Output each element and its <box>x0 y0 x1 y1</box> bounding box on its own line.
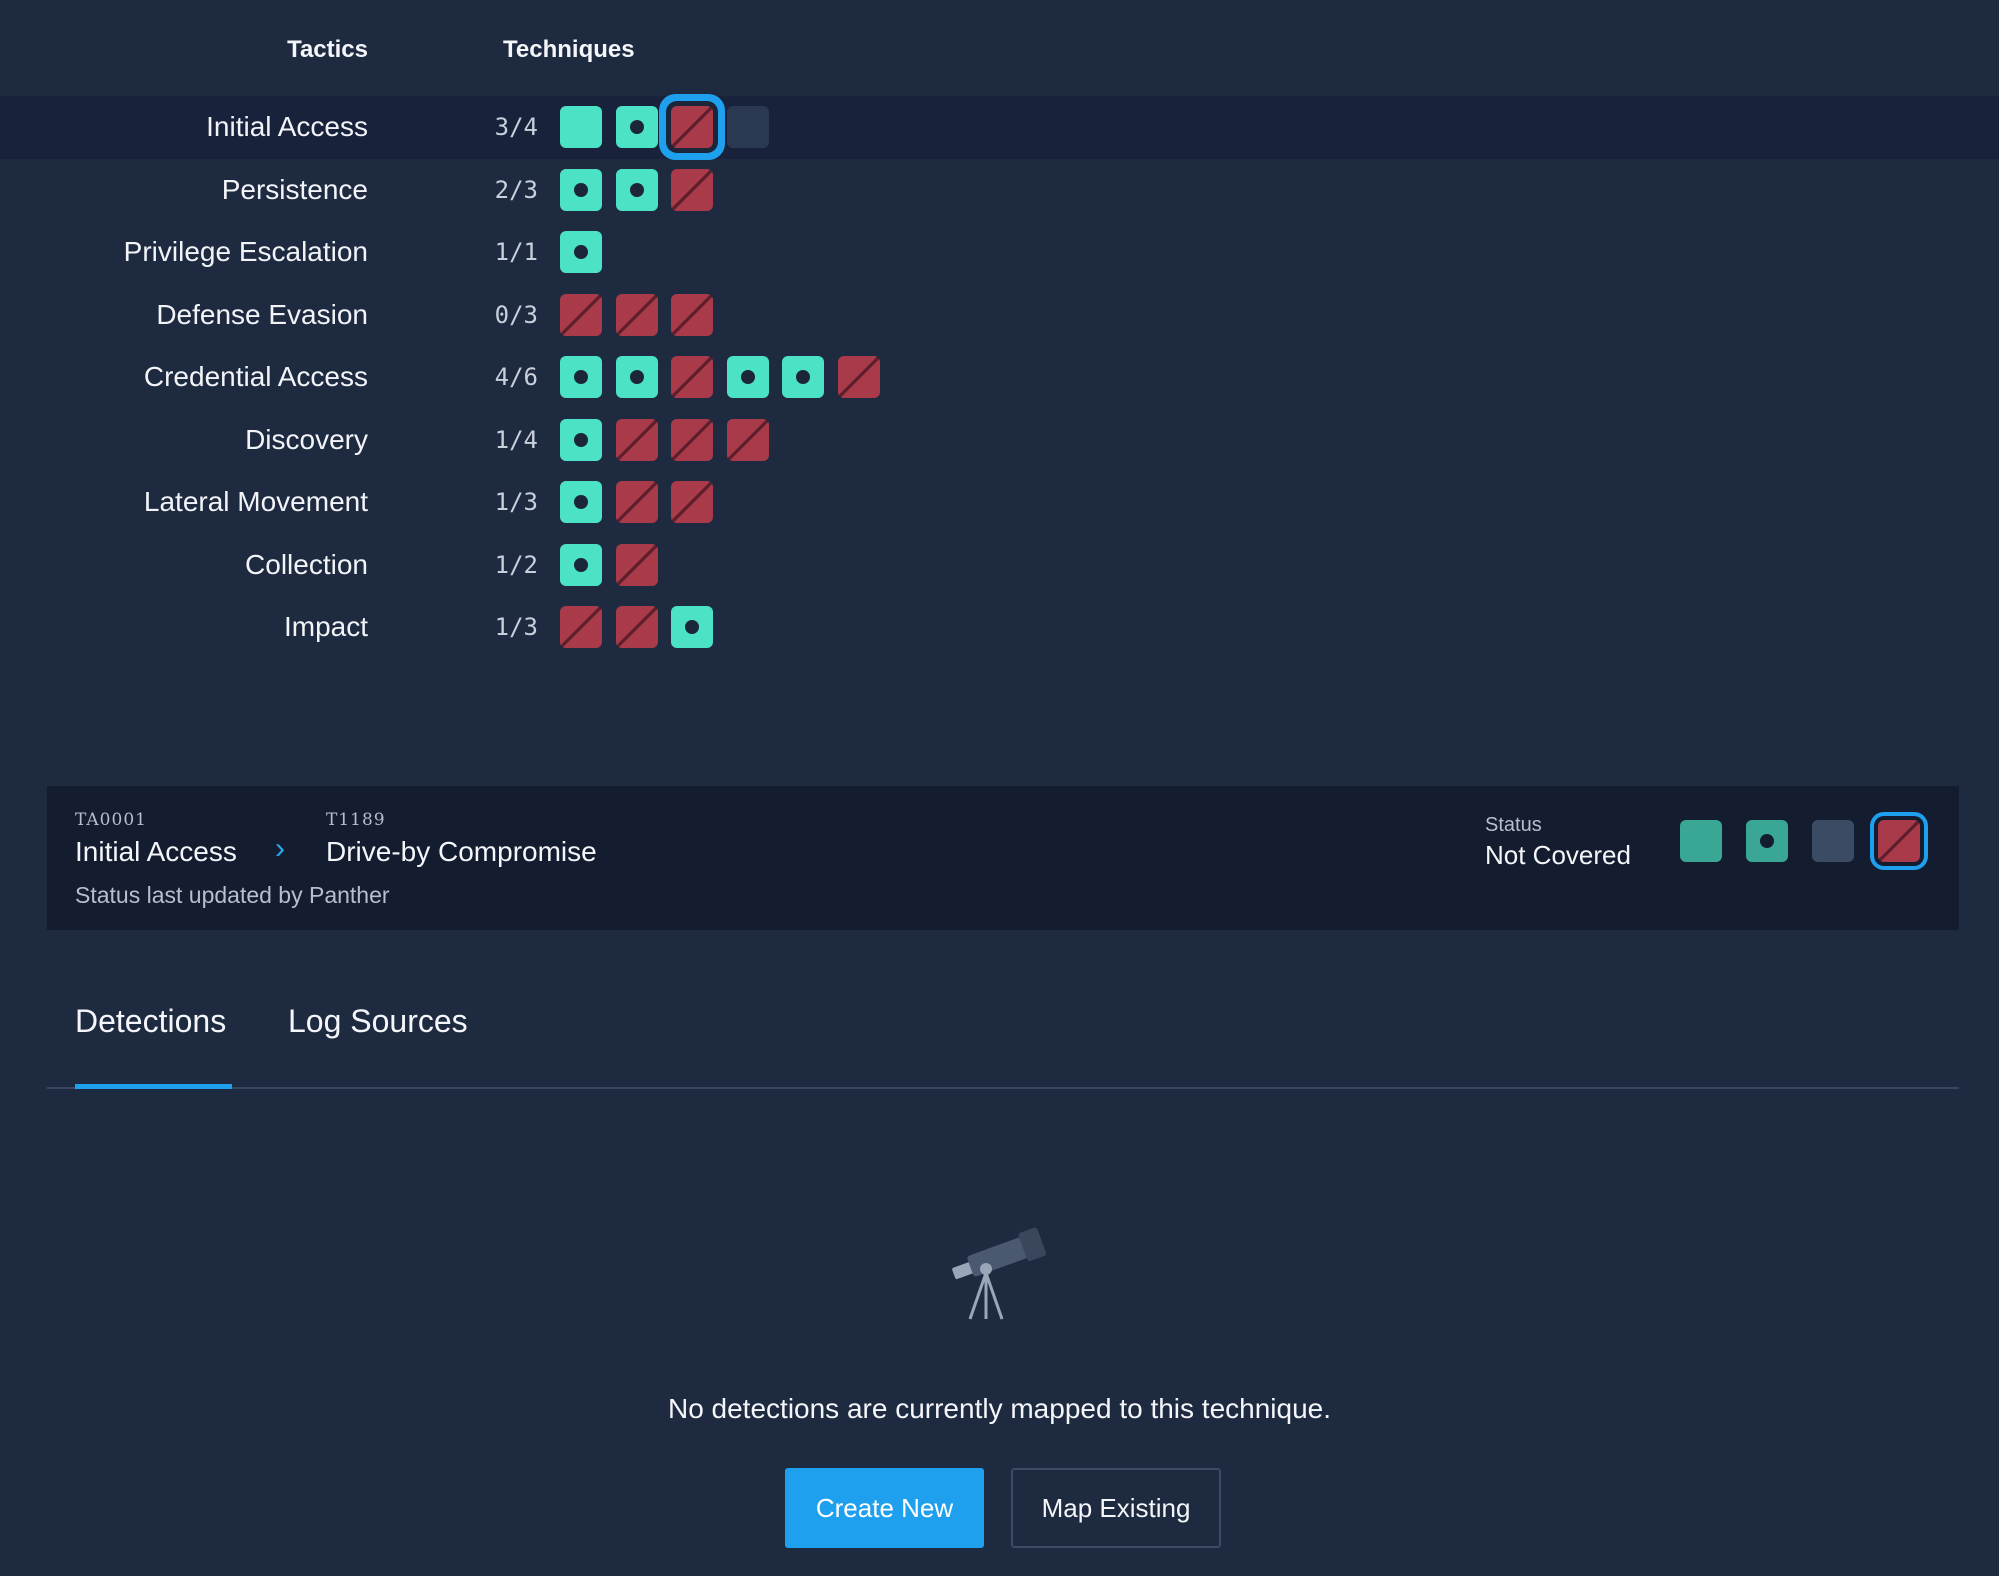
empty-state-message: No detections are currently mapped to th… <box>667 1393 1332 1424</box>
technique-cell-unknown[interactable] <box>726 106 769 148</box>
tactic-coverage-count: 4/6 <box>494 363 538 391</box>
tactic-name: Discovery <box>245 423 368 455</box>
techniques-column-header: Techniques <box>503 36 635 63</box>
tactic-coverage-count: 2/3 <box>494 175 538 204</box>
tactic-name: Credential Access <box>143 361 368 392</box>
chevron-right-icon: › <box>275 832 285 865</box>
technique-cell-none[interactable] <box>837 356 880 398</box>
technique-cell-none[interactable] <box>671 293 713 336</box>
status-updated-text: Status last updated by Panther <box>75 882 390 908</box>
status-not-covered-button[interactable] <box>1878 820 1920 862</box>
create-new-button[interactable]: Create New <box>785 1468 984 1548</box>
tab-detections[interactable]: Detections <box>75 1003 226 1040</box>
active-tab-indicator <box>75 1084 232 1089</box>
technique-cell-none[interactable] <box>671 481 713 523</box>
tactic-name: Initial Access <box>206 111 368 142</box>
technique-cell-none[interactable] <box>671 418 713 461</box>
technique-name: Drive-by Compromise <box>326 836 597 867</box>
attack-matrix: Initial Access 3/4 Persistence 2/3 Privilege… <box>0 96 1999 659</box>
tactic-coverage-count: 0/3 <box>494 300 538 329</box>
tactic-coverage-count: 1/3 <box>494 613 538 641</box>
status-unknown-button[interactable] <box>1812 820 1854 862</box>
technique-cell-none[interactable] <box>615 606 658 648</box>
tactic-coverage-count: 1/1 <box>494 238 538 266</box>
technique-cell-none[interactable] <box>671 106 713 148</box>
technique-cell-none[interactable] <box>560 293 602 336</box>
technique-cell-none[interactable] <box>726 418 769 461</box>
map-existing-button[interactable]: Map Existing <box>1011 1468 1221 1548</box>
tactic-row[interactable]: Lateral Movement 1/3 <box>0 471 1999 534</box>
tactic-coverage-count: 3/4 <box>494 113 538 141</box>
technique-cell-none[interactable] <box>671 168 713 211</box>
technique-detail-panel: TA0001 Initial Access › T1189 Drive-by C… <box>47 786 1959 930</box>
detail-tabs: Detections Log Sources <box>47 985 1959 1089</box>
technique-cell-dot[interactable] <box>615 106 658 148</box>
technique-cell-none[interactable] <box>560 606 602 648</box>
status-covered-button[interactable] <box>1680 820 1722 862</box>
tactic-name: Lateral Movement <box>143 486 368 517</box>
technique-cell-dot[interactable] <box>560 543 602 586</box>
tactic-coverage-count: 1/4 <box>494 425 538 454</box>
technique-cell-dot[interactable] <box>782 356 824 398</box>
technique-cell-none[interactable] <box>615 543 658 586</box>
technique-cell-none[interactable] <box>671 356 713 398</box>
tactic-coverage-count: 1/3 <box>494 488 538 516</box>
tactic-row[interactable]: Defense Evasion 0/3 <box>0 284 1999 347</box>
tactic-coverage-count: 1/2 <box>494 550 538 579</box>
technique-cell-dot[interactable] <box>560 481 602 523</box>
tactic-name: Privilege Escalation <box>123 236 368 267</box>
tactic-row[interactable]: Impact 1/3 <box>0 596 1999 659</box>
matrix-header: Tactics Techniques <box>0 30 1999 70</box>
technique-cell-dot[interactable] <box>560 418 602 461</box>
status-partial-button[interactable] <box>1746 820 1788 862</box>
tactic-row[interactable]: Discovery 1/4 <box>0 409 1999 472</box>
tactic-row[interactable]: Initial Access 3/4 <box>0 96 1999 159</box>
technique-cell-dot[interactable] <box>726 356 769 398</box>
technique-cell-dot[interactable] <box>560 168 602 211</box>
tactic-name-link[interactable]: Initial Access <box>75 836 237 868</box>
tactic-row[interactable]: Persistence 2/3 <box>0 159 1999 222</box>
status-label: Status <box>1485 814 1542 836</box>
technique-cell-dot[interactable] <box>615 356 658 398</box>
technique-cell-none[interactable] <box>615 481 658 523</box>
tactic-name: Persistence <box>221 173 368 205</box>
tactic-row[interactable]: Credential Access 4/6 <box>0 346 1999 409</box>
technique-cell-dot[interactable] <box>615 168 658 211</box>
tab-log-sources[interactable]: Log Sources <box>288 1003 468 1040</box>
technique-cell-dot[interactable] <box>560 356 602 398</box>
tactic-name: Collection <box>245 548 368 580</box>
tactic-name: Defense Evasion <box>156 298 368 330</box>
telescope-icon <box>952 1227 1046 1320</box>
tactic-name: Impact <box>283 611 368 642</box>
tactic-row[interactable]: Collection 1/2 <box>0 534 1999 597</box>
tactic-id: TA0001 <box>75 810 147 830</box>
tactic-row[interactable]: Privilege Escalation 1/1 <box>0 221 1999 284</box>
status-value: Not Covered <box>1485 840 1631 870</box>
technique-cell-none[interactable] <box>615 418 658 461</box>
tactics-column-header: Tactics <box>287 36 368 63</box>
technique-cell-dot[interactable] <box>560 231 602 273</box>
technique-cell-none[interactable] <box>615 293 658 336</box>
technique-id: T1189 <box>326 810 386 830</box>
technique-cell-covered[interactable] <box>560 106 602 148</box>
technique-cell-dot[interactable] <box>671 606 713 648</box>
